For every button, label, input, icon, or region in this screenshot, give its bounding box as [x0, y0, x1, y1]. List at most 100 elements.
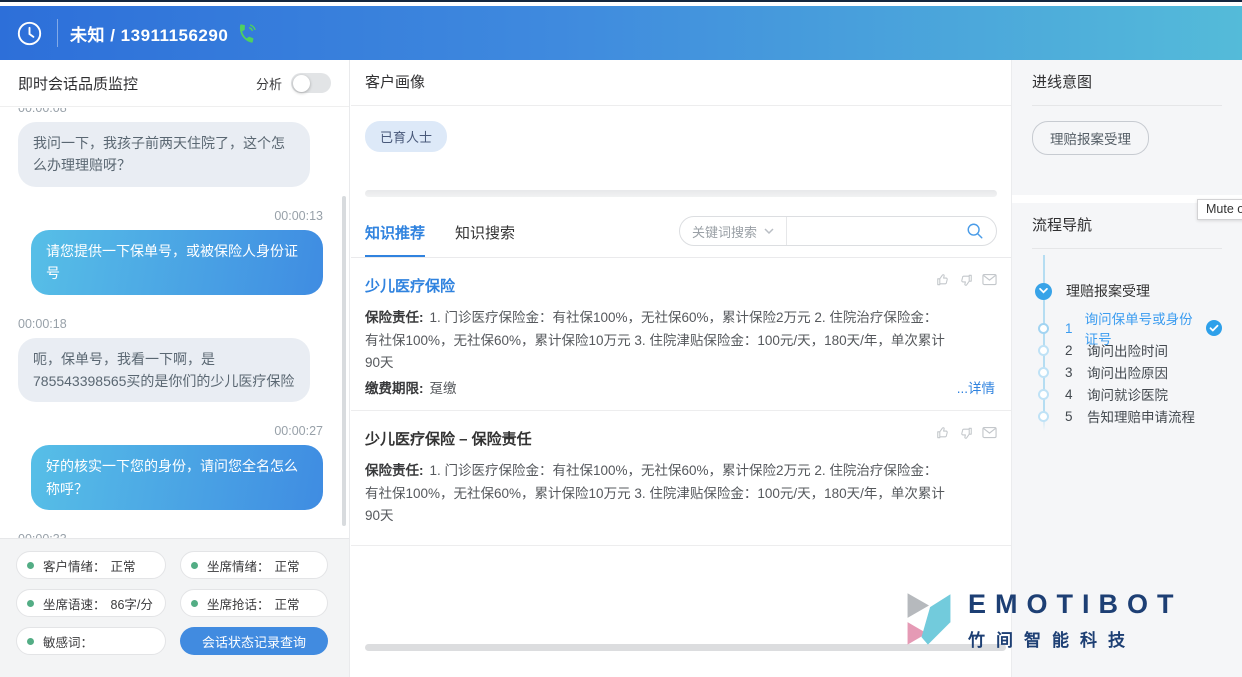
intent-tag[interactable]: 理赔报案受理 [1032, 121, 1149, 155]
badge-label: 客户情绪： [43, 556, 106, 575]
call-status-area: 客户情绪： 正常 坐席情绪： 正常 坐席语速： 86字/分 坐席抢话： 正常 [0, 538, 349, 677]
thumbs-down-icon[interactable] [959, 273, 973, 287]
flow-step-4[interactable]: 4 询问就诊医院 [1032, 383, 1222, 405]
emotibot-watermark: EMOTIBOT 竹间智能科技 [903, 589, 1183, 651]
call-timer-icon[interactable] [16, 20, 43, 47]
profile-tag-row: 已育人士 [351, 106, 1011, 152]
phone-ringing-icon[interactable] [236, 23, 257, 44]
message-timestamp: 00:00:18 [18, 317, 323, 331]
chat-message: 好的核实一下您的身份，请问您全名怎么称呼？ [18, 445, 323, 510]
status-badge-agent-speed: 坐席语速： 86字/分 [16, 589, 166, 617]
status-badge-agent-emotion: 坐席情绪： 正常 [180, 551, 328, 579]
emotibot-logo-icon [903, 590, 955, 650]
flow-step-1[interactable]: 1 询问保单号或身份证号 [1032, 317, 1222, 339]
collapse-chevron-icon [1035, 283, 1052, 300]
badge-label: 敏感词： [43, 632, 93, 651]
badge-value: 正常 [275, 594, 300, 613]
step-number: 2 [1065, 343, 1079, 358]
badge-label: 坐席抢话： [207, 594, 270, 613]
status-badge-sensitive-words: 敏感词： [16, 627, 166, 655]
step-number: 3 [1065, 365, 1079, 380]
step-done-check-icon [1206, 320, 1222, 336]
message-timestamp: 00:00:13 [18, 209, 323, 223]
status-dot-icon [191, 562, 198, 569]
thumbs-up-icon[interactable] [936, 273, 950, 287]
knowledge-card: 少儿医疗保险 – 保险责任 保险责任:1. 门诊医疗保险金：有社保100%，无社… [351, 411, 1011, 541]
badge-value: 正常 [111, 556, 136, 575]
chat-message: 我问一下，我孩子前两天住院了，这个怎么办理理赔呀？ [18, 122, 323, 187]
intent-section: 进线意图 理赔报案受理 [1012, 60, 1242, 195]
status-dot-icon [27, 562, 34, 569]
card-feedback-icons [936, 273, 997, 287]
knowledge-card-title-link[interactable]: 少儿医疗保险 [365, 275, 997, 296]
search-button[interactable] [966, 222, 996, 240]
badge-label: 坐席语速： [43, 594, 106, 613]
card-detail-link[interactable]: ...详情 [957, 377, 995, 397]
flow-step-2[interactable]: 2 询问出险时间 [1032, 339, 1222, 361]
analyze-toggle-label: 分析 [256, 74, 282, 93]
session-state-query-button[interactable]: 会话状态记录查询 [180, 627, 328, 655]
mute-tooltip: Mute on [1197, 199, 1242, 220]
field-value: 1. 门诊医疗保险金：有社保100%，无社保60%，累计保险2万元 2. 住院治… [365, 310, 945, 370]
assist-panel: 进线意图 理赔报案受理 流程导航 理赔报案受理 1 询问保单号或身份证号 [1011, 60, 1242, 677]
step-number: 5 [1065, 409, 1079, 424]
flow-step-3[interactable]: 3 询问出险原因 [1032, 361, 1222, 383]
mail-icon[interactable] [982, 426, 997, 440]
toggle-knob [293, 75, 310, 92]
step-circle-icon [1038, 367, 1049, 378]
flow-step-5[interactable]: 5 告知理赔申请流程 [1032, 405, 1222, 427]
brand-name-cn: 竹间智能科技 [968, 626, 1183, 651]
intent-title: 进线意图 [1032, 60, 1222, 106]
brand-name: EMOTIBOT [968, 589, 1183, 620]
flow-steps: 1 询问保单号或身份证号 2 询问出险时间 3 询问出险原 [1032, 317, 1222, 427]
step-label: 询问就诊医院 [1087, 384, 1168, 404]
search-input[interactable] [787, 217, 966, 245]
step-number: 1 [1065, 321, 1077, 336]
profile-tag[interactable]: 已育人士 [365, 121, 447, 152]
status-badge-agent-interrupt: 坐席抢话： 正常 [180, 589, 328, 617]
search-filter-dropdown[interactable]: 关键词搜索 [680, 217, 787, 245]
flow-navigation-title: 流程导航 [1032, 203, 1222, 249]
field-label: 保险责任: [365, 310, 424, 325]
analyze-toggle[interactable] [291, 73, 331, 93]
customer-bubble: 呃，保单号，我看一下啊，是785543398565买的是你们的少儿医疗保险 [18, 338, 310, 403]
step-number: 4 [1065, 387, 1079, 402]
knowledge-search-bar: 关键词搜索 [679, 216, 997, 246]
badge-value: 86字/分 [111, 594, 153, 613]
knowledge-card-title: 少儿医疗保险 – 保险责任 [365, 428, 997, 449]
field-label: 缴费期限: [365, 381, 424, 396]
status-dot-icon [27, 638, 34, 645]
step-label: 告知理赔申请流程 [1087, 406, 1195, 426]
chat-transcript: 00:00:08 我问一下，我孩子前两天住院了，这个怎么办理理赔呀？ 00:00… [0, 108, 349, 538]
knowledge-card: 少儿医疗保险 保险责任:1. 门诊医疗保险金：有社保100%，无社保60%，累计… [351, 258, 1011, 411]
thumbs-down-icon[interactable] [959, 426, 973, 440]
window-top-edge [0, 0, 1242, 2]
chat-message: 呃，保单号，我看一下啊，是785543398565买的是你们的少儿医疗保险 [18, 338, 323, 403]
message-timestamp: 00:00:08 [18, 108, 323, 115]
mail-icon[interactable] [982, 273, 997, 287]
field-value: 趸缴 [430, 381, 457, 396]
profile-section-separator [365, 190, 997, 197]
field-label: 保险责任: [365, 463, 424, 478]
step-label: 询问出险时间 [1087, 340, 1168, 360]
thumbs-up-icon[interactable] [936, 426, 950, 440]
chat-scrollbar[interactable] [342, 196, 346, 526]
knowledge-card-body: 保险责任:1. 门诊医疗保险金：有社保100%，无社保60%，累计保险2万元 2… [365, 307, 945, 375]
tab-knowledge-recommend[interactable]: 知识推荐 [365, 211, 425, 257]
knowledge-panel: 客户画像 已育人士 知识推荐 知识搜索 关键词搜索 少儿医疗保险 [351, 60, 1011, 677]
field-value: 1. 门诊医疗保险金：有社保100%，无社保60%，累计保险2万元 2. 住院治… [365, 463, 945, 523]
agent-bubble: 请您提供一下保单号，或被保险人身份证号 [31, 230, 323, 295]
app-root: 未知 / 13911156290 即时会话品质监控 分析 00:00:08 我问… [0, 0, 1242, 677]
step-circle-icon [1038, 345, 1049, 356]
search-filter-label: 关键词搜索 [692, 222, 757, 241]
tab-knowledge-search[interactable]: 知识搜索 [455, 211, 515, 257]
search-icon [966, 222, 984, 240]
flow-group-node[interactable]: 理赔报案受理 [1032, 253, 1222, 301]
monitor-panel-header: 即时会话品质监控 分析 [0, 60, 349, 107]
step-circle-icon [1038, 411, 1049, 422]
flow-group-label: 理赔报案受理 [1066, 281, 1150, 301]
flow-timeline: 理赔报案受理 1 询问保单号或身份证号 2 询问出险时间 [1032, 253, 1222, 427]
status-dot-icon [191, 600, 198, 607]
status-badge-customer-emotion: 客户情绪： 正常 [16, 551, 166, 579]
step-circle-icon [1038, 323, 1049, 334]
